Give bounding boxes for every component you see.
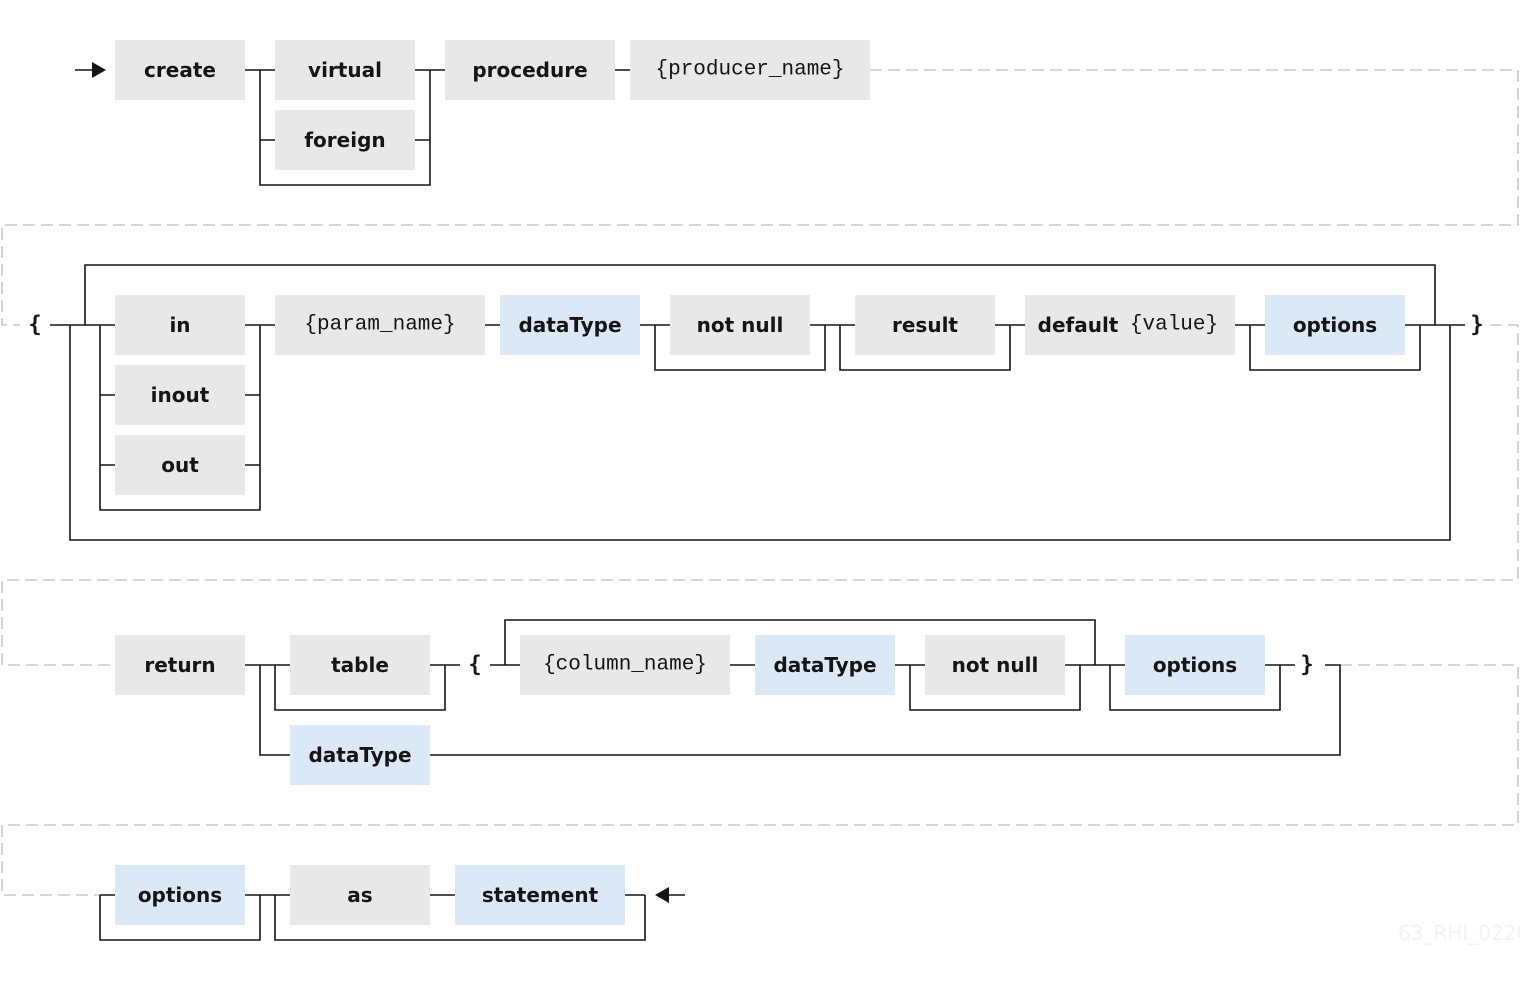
svg-text:dataType: dataType xyxy=(308,743,411,767)
ref-options: options xyxy=(115,865,245,925)
svg-text:virtual: virtual xyxy=(308,58,382,82)
svg-text:{column_name}: {column_name} xyxy=(543,654,707,677)
keyword-foreign: foreign xyxy=(275,110,415,170)
keyword-return: return xyxy=(115,635,245,695)
svg-text:dataType: dataType xyxy=(773,653,876,677)
svg-text:out: out xyxy=(161,453,199,477)
svg-text:options: options xyxy=(1293,313,1377,337)
ref-options: options xyxy=(1125,635,1265,695)
svg-text:table: table xyxy=(331,653,389,677)
continuation-line-3 xyxy=(1,664,1519,896)
param-param-name: {param_name} xyxy=(275,295,485,355)
keyword-out: out xyxy=(115,435,245,495)
keyword-result: result xyxy=(855,295,995,355)
svg-text:not null: not null xyxy=(952,653,1039,677)
keyword-not-null: not null xyxy=(925,635,1065,695)
svg-text:{producer_name}: {producer_name} xyxy=(655,59,844,82)
keyword-default-value: default {value} xyxy=(1025,295,1235,355)
svg-text:statement: statement xyxy=(482,883,599,907)
svg-text:return: return xyxy=(144,653,215,677)
open-brace: { xyxy=(468,653,481,678)
close-brace: } xyxy=(1470,313,1483,338)
keyword-virtual: virtual xyxy=(275,40,415,100)
close-brace: } xyxy=(1300,653,1313,678)
svg-text:{param_name}: {param_name} xyxy=(304,314,455,337)
keyword-create: create xyxy=(115,40,245,100)
param-column-name: {column_name} xyxy=(520,635,730,695)
ref-return-datatype: dataType xyxy=(290,725,430,785)
ref-options: options xyxy=(1265,295,1405,355)
keyword-in: in xyxy=(115,295,245,355)
keyword-not-null: not null xyxy=(670,295,810,355)
keyword-procedure: procedure xyxy=(445,40,615,100)
svg-text:default: default xyxy=(1038,313,1119,337)
continuation-line-1 xyxy=(1,69,1519,326)
keyword-table: table xyxy=(290,635,430,695)
ref-statement: statement xyxy=(455,865,625,925)
svg-text:result: result xyxy=(892,313,958,337)
start-arrow-icon xyxy=(92,62,106,78)
svg-text:not null: not null xyxy=(697,313,784,337)
ref-datatype: dataType xyxy=(755,635,895,695)
watermark: 63_RHI_0220 xyxy=(1398,921,1520,945)
svg-text:create: create xyxy=(144,58,216,82)
svg-text:inout: inout xyxy=(151,383,210,407)
svg-text:in: in xyxy=(169,313,190,337)
keyword-as: as xyxy=(290,865,430,925)
open-brace: { xyxy=(28,313,41,338)
svg-text:options: options xyxy=(1153,653,1237,677)
railroad-diagram: create virtual foreign procedure {produc… xyxy=(1,40,1520,945)
param-producer-name: {producer_name} xyxy=(630,40,870,100)
svg-text:foreign: foreign xyxy=(304,128,385,152)
svg-text:as: as xyxy=(347,883,372,907)
ref-datatype: dataType xyxy=(500,295,640,355)
svg-text:procedure: procedure xyxy=(472,58,587,82)
svg-text:dataType: dataType xyxy=(518,313,621,337)
end-arrow-icon xyxy=(655,887,669,903)
svg-text:{value}: {value} xyxy=(1130,314,1218,337)
keyword-inout: inout xyxy=(115,365,245,425)
svg-text:options: options xyxy=(138,883,222,907)
